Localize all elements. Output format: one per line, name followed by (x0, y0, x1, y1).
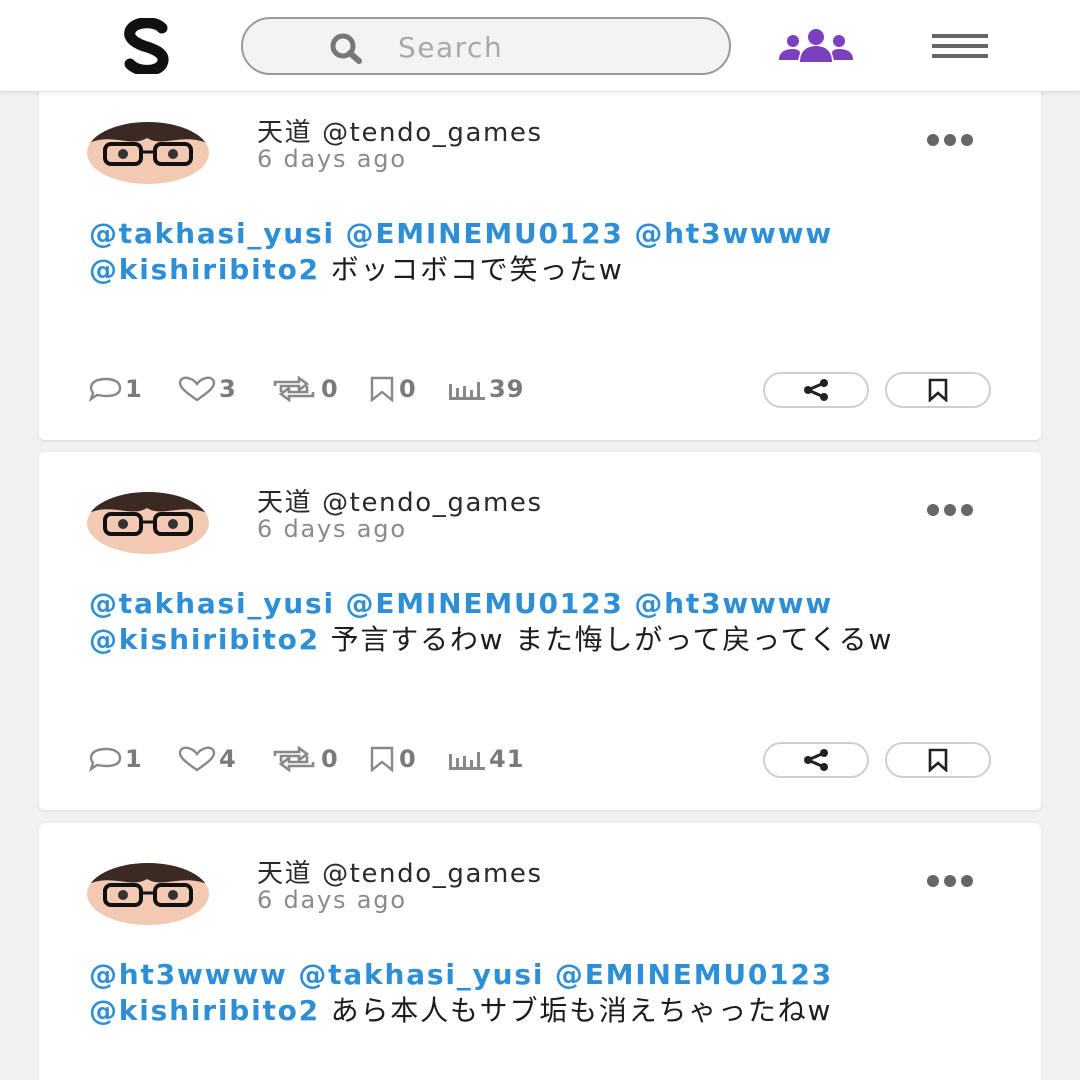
more-options-icon[interactable] (925, 132, 975, 148)
bookmark-icon (370, 376, 394, 402)
mention-link[interactable]: @takhasi_yusi (89, 217, 335, 250)
post-card[interactable]: 天道 @tendo_games 6 days ago @takhasi_yusi… (39, 92, 1041, 440)
repost-icon (273, 376, 315, 402)
post-body-text: ボッコボコで笑ったw (330, 253, 624, 286)
views-stat: 41 (447, 744, 524, 774)
like-count: 3 (219, 375, 237, 403)
share-button[interactable] (763, 742, 869, 778)
repost-count: 0 (321, 375, 339, 403)
repost-stat[interactable]: 0 (269, 744, 339, 774)
save-button[interactable] (885, 742, 991, 778)
mention-link[interactable]: @ht3wwww (634, 217, 833, 250)
views-chart-icon (449, 752, 485, 770)
hamburger-menu-icon[interactable] (932, 32, 988, 60)
comment-count: 1 (125, 375, 143, 403)
bookmark-stat[interactable]: 0 (367, 744, 417, 774)
mention-link[interactable]: @kishiribito2 (89, 994, 320, 1027)
post-stats: 1 3 0 0 39 (87, 374, 567, 404)
comment-stat[interactable]: 1 (87, 374, 143, 404)
bookmark-icon (928, 378, 948, 402)
avatar[interactable] (87, 492, 209, 554)
save-button[interactable] (885, 372, 991, 408)
repost-stat[interactable]: 0 (269, 374, 339, 404)
bookmark-count: 0 (399, 745, 417, 773)
post-body-text: 予言するわw また悔しがって戻ってくるw (330, 623, 894, 656)
like-count: 4 (219, 745, 237, 773)
more-options-icon[interactable] (925, 873, 975, 889)
post-time: 6 days ago (257, 886, 407, 914)
avatar-image (87, 492, 209, 554)
more-options-icon[interactable] (925, 502, 975, 518)
post-author[interactable]: 天道 @tendo_games (257, 853, 543, 890)
users-icon[interactable] (776, 28, 856, 64)
like-stat[interactable]: 4 (177, 744, 237, 774)
like-stat[interactable]: 3 (177, 374, 237, 404)
share-button[interactable] (763, 372, 869, 408)
mention-link[interactable]: @ht3wwww (89, 958, 288, 991)
search-icon (330, 33, 362, 64)
comment-count: 1 (125, 745, 143, 773)
views-chart-icon (449, 382, 485, 400)
post-stats: 1 4 0 0 41 (87, 744, 567, 774)
views-count: 39 (489, 375, 525, 403)
post-feed: 天道 @tendo_games 6 days ago @takhasi_yusi… (0, 92, 1080, 1080)
bookmark-icon (370, 746, 394, 772)
mention-link[interactable]: @kishiribito2 (89, 623, 320, 656)
mention-link[interactable]: @EMINEMU0123 (555, 958, 833, 991)
post-time: 6 days ago (257, 145, 407, 173)
mention-link[interactable]: @kishiribito2 (89, 253, 320, 286)
logo-icon[interactable] (118, 18, 178, 74)
search-input[interactable] (398, 27, 698, 67)
mention-link[interactable]: @EMINEMU0123 (346, 587, 624, 620)
bookmark-icon (928, 748, 948, 772)
repost-icon (273, 746, 315, 772)
comment-stat[interactable]: 1 (87, 744, 143, 774)
top-bar (0, 0, 1080, 92)
mention-link[interactable]: @ht3wwww (634, 587, 833, 620)
comment-icon (88, 747, 122, 772)
mention-link[interactable]: @takhasi_yusi (89, 587, 335, 620)
post-author[interactable]: 天道 @tendo_games (257, 112, 543, 149)
post-author[interactable]: 天道 @tendo_games (257, 482, 543, 519)
avatar[interactable] (87, 122, 209, 184)
comment-icon (88, 377, 122, 402)
views-count: 41 (489, 745, 525, 773)
bookmark-count: 0 (399, 375, 417, 403)
avatar-image (87, 122, 209, 184)
search-bar[interactable] (241, 17, 731, 75)
heart-icon (178, 376, 216, 402)
heart-icon (178, 746, 216, 772)
mention-link[interactable]: @takhasi_yusi (298, 958, 544, 991)
post-text: @takhasi_yusi @EMINEMU0123 @ht3wwww @kis… (89, 586, 1009, 658)
views-stat: 39 (447, 374, 524, 404)
post-text: @takhasi_yusi @EMINEMU0123 @ht3wwww @kis… (89, 216, 1009, 288)
mention-link[interactable]: @EMINEMU0123 (346, 217, 624, 250)
post-card[interactable]: 天道 @tendo_games 6 days ago @takhasi_yusi… (39, 452, 1041, 810)
post-body-text: あら本人もサブ垢も消えちゃったねw (330, 994, 833, 1027)
share-icon (804, 379, 828, 401)
share-icon (804, 749, 828, 771)
post-text: @ht3wwww @takhasi_yusi @EMINEMU0123 @kis… (89, 957, 1009, 1029)
bookmark-stat[interactable]: 0 (367, 374, 417, 404)
avatar[interactable] (87, 863, 209, 925)
repost-count: 0 (321, 745, 339, 773)
post-time: 6 days ago (257, 515, 407, 543)
post-card[interactable]: 天道 @tendo_games 6 days ago @ht3wwww @tak… (39, 823, 1041, 1080)
avatar-image (87, 863, 209, 925)
